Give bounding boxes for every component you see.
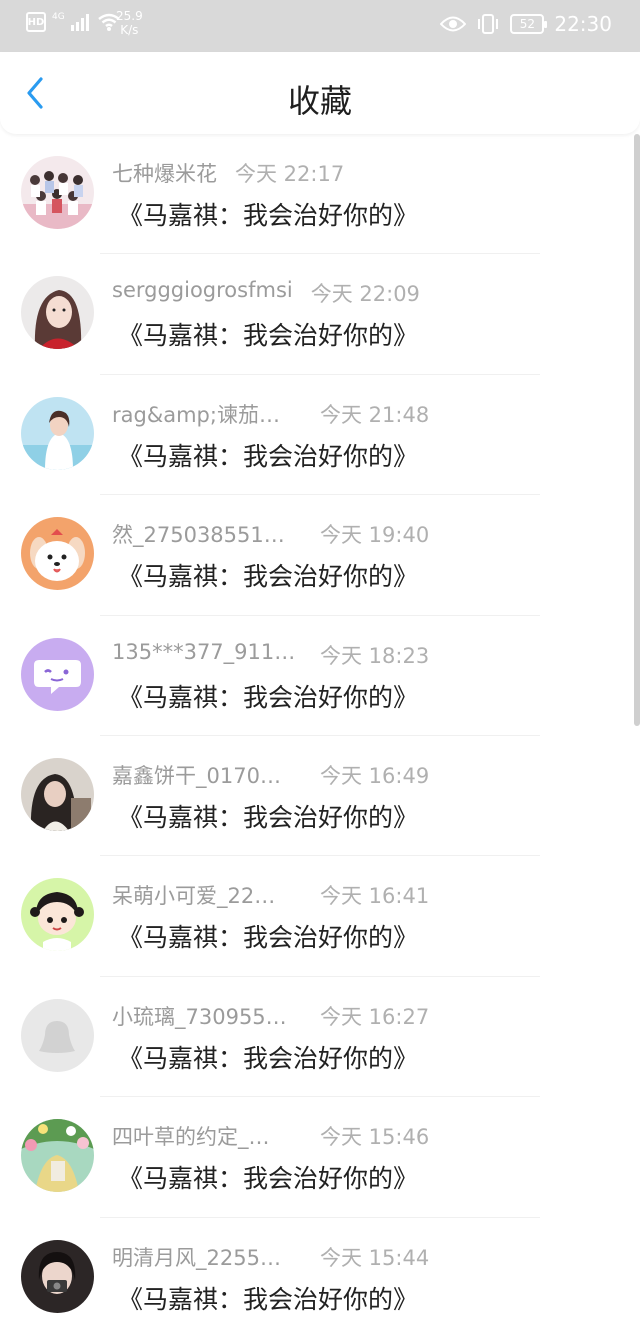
signal-icon <box>70 14 89 31</box>
list-item[interactable]: 四叶草的约定_… 今天 15:46 《马嘉祺：我会治好你的》 <box>0 1097 640 1218</box>
list-item[interactable]: 嘉鑫饼干_0170… 今天 16:49 《马嘉祺：我会治好你的》 <box>0 736 640 857</box>
vibrate-icon <box>478 14 499 34</box>
item-title: 《马嘉祺：我会治好你的》 <box>118 1043 419 1073</box>
avatar[interactable] <box>21 878 94 952</box>
username: 135***377_911… <box>112 639 296 664</box>
avatar[interactable] <box>21 276 94 350</box>
list-item[interactable]: 明清月风_2255… 今天 15:44 《马嘉祺：我会治好你的》 <box>0 1218 640 1338</box>
timestamp: 今天 19:40 <box>320 523 430 548</box>
username: 四叶草的约定_… <box>112 1125 270 1150</box>
cartoon-girl-avatar-icon <box>21 878 94 952</box>
timestamp: 今天 15:44 <box>320 1245 430 1270</box>
timestamp: 今天 21:48 <box>320 402 430 427</box>
timestamp: 今天 16:27 <box>320 1004 430 1029</box>
item-title: 《马嘉祺：我会治好你的》 <box>118 682 419 712</box>
hd-badge: HD <box>26 12 46 32</box>
favorites-list: 七种爆米花 今天 22:17 《马嘉祺：我会治好你的》 sergggiogros… <box>0 134 640 1338</box>
item-meta: 四叶草的约定_… 今天 15:46 <box>112 1121 429 1151</box>
item-title: 《马嘉祺：我会治好你的》 <box>118 562 419 592</box>
cartoon-dog-avatar-icon <box>21 517 94 591</box>
username: 嘉鑫饼干_0170… <box>112 763 281 788</box>
username: sergggiogrosfmsi <box>112 278 293 303</box>
scrollbar[interactable] <box>634 134 640 726</box>
avatar[interactable] <box>21 1119 94 1193</box>
avatar[interactable] <box>21 517 94 591</box>
signal-label: 4G <box>52 12 65 22</box>
item-title: 《马嘉祺：我会治好你的》 <box>118 923 419 953</box>
list-item[interactable]: 七种爆米花 今天 22:17 《马嘉祺：我会治好你的》 <box>0 134 640 255</box>
item-meta: 七种爆米花 今天 22:17 <box>112 158 344 188</box>
list-item[interactable]: 呆萌小可爱_22… 今天 16:41 《马嘉祺：我会治好你的》 <box>0 856 640 977</box>
timestamp: 今天 22:17 <box>235 162 345 186</box>
item-meta: 呆萌小可爱_22… 今天 16:41 <box>112 880 429 910</box>
item-title: 《马嘉祺：我会治好你的》 <box>118 802 419 832</box>
status-left: HD 4G <box>26 12 121 32</box>
garden-avatar-icon <box>21 1119 94 1193</box>
avatar[interactable] <box>21 637 94 711</box>
item-title: 《马嘉祺：我会治好你的》 <box>118 201 419 230</box>
timestamp: 今天 16:49 <box>320 763 430 788</box>
group-photo-avatar-icon <box>21 156 94 229</box>
list-item[interactable]: 然_275038551… 今天 19:40 《马嘉祺：我会治好你的》 <box>0 495 640 616</box>
girl-beach-avatar-icon <box>21 396 94 470</box>
net-speed: 25.9 K/s <box>116 9 143 37</box>
item-meta: 小琉璃_730955… 今天 16:27 <box>112 1001 429 1031</box>
item-title: 《马嘉祺：我会治好你的》 <box>118 441 419 471</box>
item-meta: 然_275038551… 今天 19:40 <box>112 519 429 549</box>
username: 小琉璃_730955… <box>112 1004 287 1029</box>
username: 然_275038551… <box>112 523 285 548</box>
item-title: 《马嘉祺：我会治好你的》 <box>118 1164 419 1194</box>
item-meta: sergggiogrosfmsi 今天 22:09 <box>112 278 420 308</box>
username: 呆萌小可爱_22… <box>112 884 276 909</box>
list-item[interactable]: 小琉璃_730955… 今天 16:27 《马嘉祺：我会治好你的》 <box>0 977 640 1098</box>
avatar[interactable] <box>21 396 94 470</box>
username: 明清月风_2255… <box>112 1245 281 1270</box>
net-speed-value: 25.9 <box>116 9 143 23</box>
girl-dark-avatar-icon <box>21 757 94 831</box>
list-item[interactable]: 135***377_911… 今天 18:23 《马嘉祺：我会治好你的》 <box>0 616 640 736</box>
timestamp: 今天 18:23 <box>320 643 430 668</box>
avatar[interactable] <box>21 156 94 229</box>
avatar[interactable] <box>21 998 94 1072</box>
list-item[interactable]: sergggiogrosfmsi 今天 22:09 《马嘉祺：我会治好你的》 <box>0 254 640 375</box>
avatar[interactable] <box>21 1239 94 1313</box>
item-title: 《马嘉祺：我会治好你的》 <box>118 1284 419 1314</box>
default-penguin-avatar-icon <box>21 998 94 1072</box>
username: 七种爆米花 <box>112 162 217 186</box>
girl-camera-avatar-icon <box>21 1239 94 1313</box>
item-meta: rag&amp;谏茄… 今天 21:48 <box>112 399 429 429</box>
status-right: 52 22:30 <box>440 12 612 36</box>
list-item[interactable]: rag&amp;谏茄… 今天 21:48 《马嘉祺：我会治好你的》 <box>0 375 640 496</box>
item-meta: 嘉鑫饼干_0170… 今天 16:49 <box>112 760 429 790</box>
item-meta: 135***377_911… 今天 18:23 <box>112 640 429 670</box>
page-title: 收藏 <box>287 82 352 120</box>
timestamp: 今天 22:09 <box>310 282 420 307</box>
item-title: 《马嘉祺：我会治好你的》 <box>118 321 419 351</box>
item-meta: 明清月风_2255… 今天 15:44 <box>112 1242 429 1272</box>
username: rag&amp;谏茄… <box>112 402 280 427</box>
net-speed-unit: K/s <box>120 23 139 37</box>
timestamp: 今天 16:41 <box>320 884 430 909</box>
girl-red-avatar-icon <box>21 276 94 350</box>
avatar[interactable] <box>21 757 94 831</box>
header: 收藏 <box>0 52 640 134</box>
clock: 22:30 <box>554 12 612 36</box>
status-bar: HD 4G 25.9 K/s 52 22:30 <box>0 0 640 52</box>
chat-bubble-avatar-icon <box>21 637 94 711</box>
timestamp: 今天 15:46 <box>320 1125 430 1150</box>
battery-icon: 52 <box>510 14 548 34</box>
eye-icon <box>440 16 467 32</box>
